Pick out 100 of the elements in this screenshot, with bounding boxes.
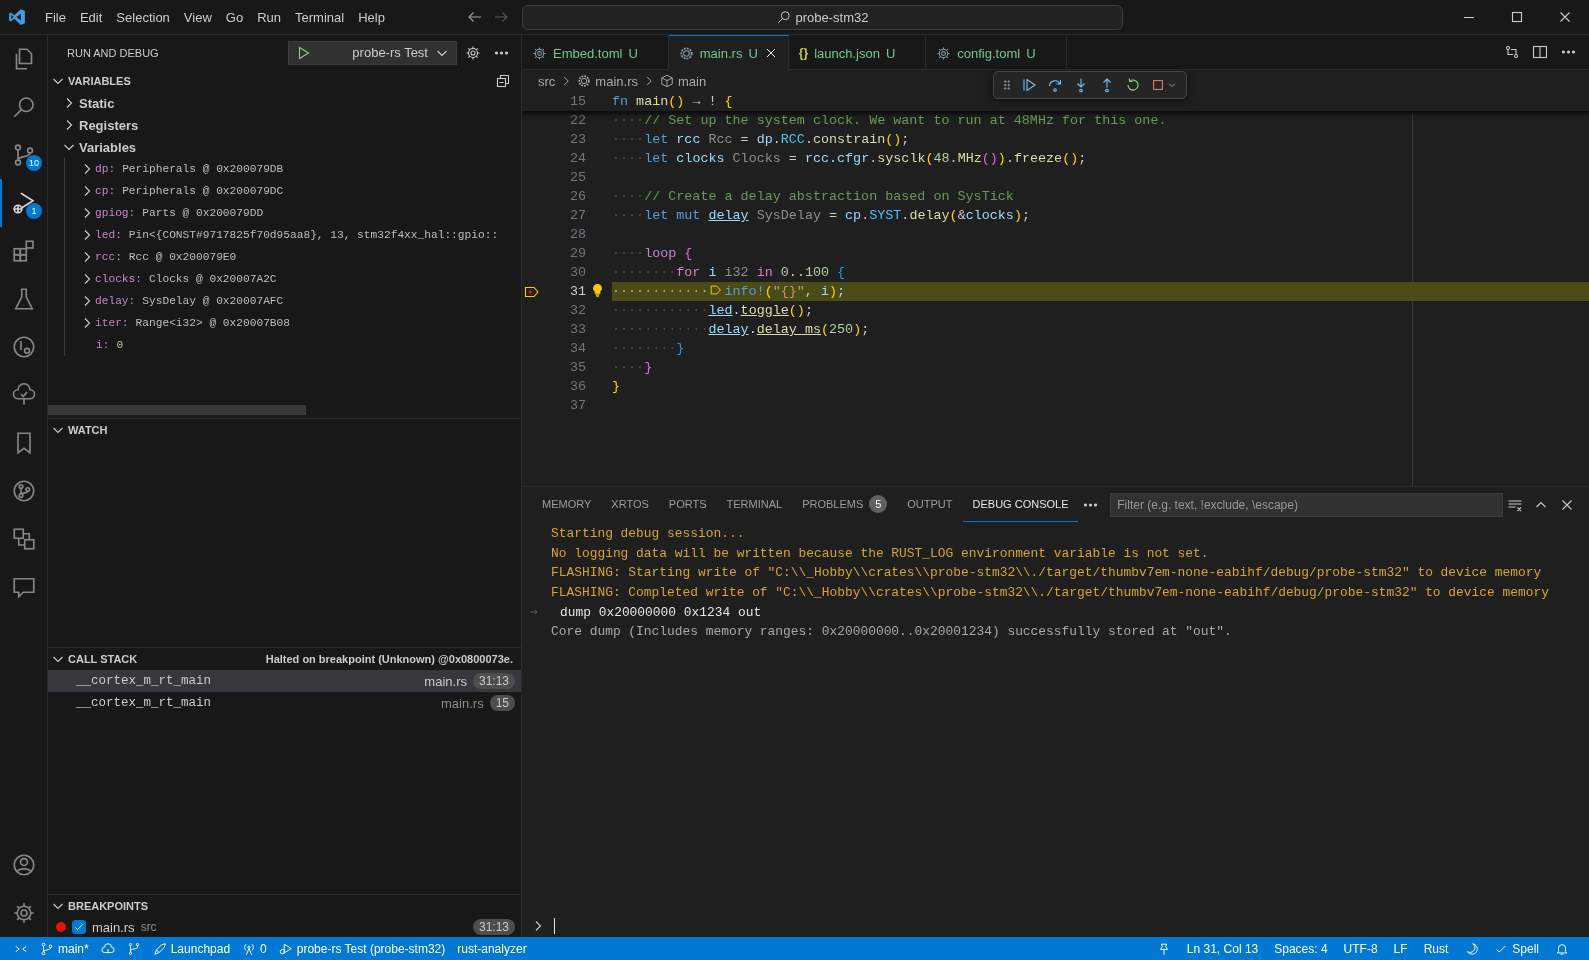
compare-icon (1504, 44, 1520, 60)
menu-item[interactable]: Selection (109, 6, 177, 28)
bell-icon (1555, 941, 1569, 956)
status-bar-item[interactable]: LF (1385, 937, 1416, 960)
variable-entry[interactable]: i: 0 (96, 339, 124, 351)
split-editor-icon (1532, 44, 1548, 60)
inline-breakpoint-icon (709, 283, 724, 297)
editor-tab[interactable]: config.toml U (926, 35, 1067, 70)
stack-frame[interactable]: __cortex_m_rt_main main.rs 15 (48, 692, 521, 714)
code-line: fn main() → ! { (612, 93, 734, 111)
status-bar-item[interactable]: main* (34, 937, 95, 960)
panel-tab[interactable]: TERMINAL (716, 487, 793, 522)
gear-icon (532, 45, 547, 61)
line-number: 22 (568, 113, 586, 128)
status-bar-item[interactable]: UTF-8 (1335, 937, 1386, 960)
editor-tab[interactable]: main.rs U (668, 35, 789, 70)
count-badge: 10 (26, 155, 42, 171)
menu-item[interactable]: Help (351, 6, 392, 28)
horizontal-scrollbar[interactable] (48, 405, 306, 415)
variable-entry[interactable]: clocks: Clocks @ 0x20007A2C (95, 273, 277, 285)
menu-item[interactable]: Run (250, 6, 288, 28)
panel-tab[interactable]: PROBLEMS 5 (792, 487, 898, 522)
panel-tab[interactable]: DEBUG CONSOLE (962, 487, 1079, 522)
panel-tab[interactable]: PORTS (658, 487, 717, 522)
code-line: ····} (612, 359, 654, 377)
search-icon (776, 10, 791, 24)
editor-tab[interactable]: {} launch.json U (788, 35, 927, 70)
scope-label[interactable]: Static (79, 95, 115, 111)
line-number: 15 (568, 94, 586, 109)
breakpoint-dot (56, 922, 66, 932)
line-number: 30 (568, 265, 586, 280)
panel-tab[interactable]: OUTPUT (897, 487, 963, 522)
checkbox[interactable] (72, 920, 86, 934)
line-number: 37 (568, 398, 586, 413)
code-line: ········for i i32 in 0..100 { (612, 264, 847, 282)
panel-tab[interactable]: MEMORY (532, 487, 602, 522)
section-title[interactable]: CALL STACK (68, 653, 264, 665)
count-badge: 1 (26, 203, 42, 219)
line-number: 33 (568, 322, 586, 337)
status-bar-item[interactable]: Spell (1486, 937, 1547, 960)
editor-tab[interactable]: Embed.toml U (522, 35, 669, 70)
menu-item[interactable]: Terminal (288, 6, 352, 28)
status-bar-item[interactable]: Spaces: 4 (1266, 937, 1336, 960)
status-bar-item[interactable]: rust-analyzer (451, 937, 533, 960)
variable-entry[interactable]: cp: Peripherals @ 0x200079DC (95, 185, 284, 197)
variable-entry[interactable]: iter: Range<i32> @ 0x20007B08 (95, 317, 290, 329)
variable-entry[interactable]: delay: SysDelay @ 0x20007AFC (95, 295, 284, 307)
filter-field[interactable]: Filter (e.g. text, !exclude, \escape) (1110, 492, 1503, 517)
stack-frame[interactable]: __cortex_m_rt_main main.rs 31:13 (48, 670, 521, 692)
line-number: 23 (568, 132, 586, 147)
shapes-icon (12, 527, 36, 551)
breakpoint-file[interactable]: main.rs (92, 919, 135, 935)
line-number: 31 (568, 284, 586, 299)
more-icon (1561, 50, 1575, 54)
activity-bar-item[interactable]: 10 (0, 131, 48, 179)
gear-icon (12, 901, 36, 925)
moon-icon (1464, 941, 1479, 956)
lightbulb-icon (590, 283, 605, 298)
more-icon (494, 50, 508, 55)
status-bar-item[interactable]: Launchpad (146, 937, 237, 960)
gear-icon (936, 45, 952, 61)
console-line: dump 0x20000000 0x1234 out (560, 604, 762, 620)
breadcrumb-item[interactable]: src (538, 73, 556, 89)
section-title[interactable]: WATCH (68, 424, 521, 436)
play-bug-icon (12, 191, 36, 215)
section-title[interactable]: VARIABLES (68, 75, 489, 87)
menu-item[interactable]: Edit (72, 6, 110, 28)
console-line: Core dump (Includes memory ranges: 0x20000000..0x20001234) successfully stored at "out". (551, 624, 1232, 640)
app-logo-icon (8, 8, 26, 26)
scope-label[interactable]: Variables (79, 139, 137, 155)
cloud-icon (100, 941, 115, 956)
status-bar-item[interactable]: Rust (1415, 937, 1457, 960)
scope-label[interactable]: Registers (79, 117, 139, 133)
breadcrumb-item[interactable]: main (677, 73, 707, 89)
variable-entry[interactable]: gpiog: Parts @ 0x200079DD (95, 207, 264, 219)
line-number: 26 (568, 189, 586, 204)
menu-item[interactable]: View (176, 6, 219, 28)
code-line: ····loop { (612, 245, 694, 263)
line-number: 24 (568, 151, 586, 166)
menu-item[interactable]: Go (218, 6, 251, 28)
variable-entry[interactable]: led: Pin<{CONST#9717825f70d95aa8}, 13, stm32f4xx_hal::gpio:: (95, 229, 499, 241)
variable-entry[interactable]: dp: Peripherals @ 0x200079DB (95, 163, 284, 175)
maximize-icon (1509, 9, 1525, 25)
section-title[interactable]: BREAKPOINTS (68, 900, 521, 912)
console-line: Starting debug session... (551, 526, 745, 542)
console-line: FLASHING: Completed write of "C:\\_Hobby\\crates\\probe-stm32\\./target/thumbv7em-none-eabihf/debug/probe-stm32" to device memory (551, 585, 1549, 601)
variable-entry[interactable]: rcc: Rcc @ 0x200079E0 (95, 251, 237, 263)
code-line: ····let mut delay SysDelay = cp.SYST.delay(&clocks); (612, 207, 1031, 225)
menu-item[interactable]: File (38, 6, 73, 28)
status-bar-item[interactable]: probe-rs Test (probe-stm32) (272, 937, 452, 960)
antenna-icon (242, 941, 257, 956)
status-bar-item[interactable]: 0 (236, 937, 273, 960)
breadcrumb-item[interactable]: main.rs (595, 73, 638, 89)
panel-tab[interactable]: XRTOS (601, 487, 659, 522)
cog-icon (577, 74, 592, 88)
status-bar-item[interactable]: Ln 31, Col 13 (1178, 937, 1267, 960)
debug-status: Halted on breakpoint (Unknown) @0x0800073e. (265, 653, 513, 665)
command-center-search[interactable]: probe-stm32 (522, 4, 1123, 30)
launch-config-select[interactable]: probe-rs Test (288, 40, 457, 65)
code-line: ····// Set up the system clock. We want to run at 48MHz for this one. (612, 112, 1168, 130)
